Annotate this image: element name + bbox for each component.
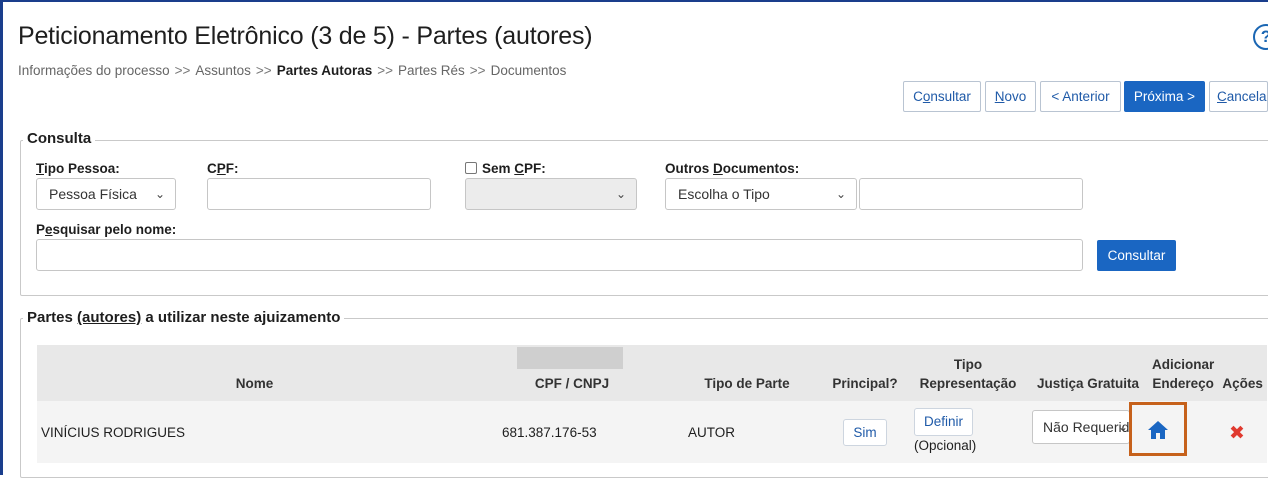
delete-x-icon[interactable]: ✖ (1229, 424, 1245, 443)
representacao-opcional-note: (Opcional) (914, 438, 977, 453)
breadcrumb-separator: >> (469, 63, 486, 78)
column-header-principal: Principal? (822, 345, 908, 401)
chevron-down-icon: ⌄ (615, 187, 626, 201)
column-header-adicionar-endereco: Adicionar Endereço (1148, 345, 1219, 401)
partes-table: Nome CPF / CNPJ Tipo de Parte Principal?… (37, 345, 1267, 463)
breadcrumb: Informações do processo >> Assuntos >> Parte… (18, 63, 566, 78)
anterior-button[interactable]: < Anterior (1040, 81, 1121, 112)
tipo-pessoa-label: Tipo Pessoa: (36, 161, 120, 176)
breadcrumb-step-documentos: Documentos (490, 63, 567, 78)
sem-cpf-checkbox[interactable] (465, 162, 477, 174)
chevron-down-icon: ⌄ (1118, 420, 1129, 434)
help-glyph: ? (1261, 27, 1268, 46)
breadcrumb-step-partes-res: Partes Rés (398, 63, 465, 78)
consulta-legend: Consulta (23, 130, 96, 147)
outros-documentos-tipo-select[interactable]: Escolha o Tipo ⌄ (665, 178, 857, 210)
chevron-down-icon: ⌄ (154, 187, 165, 201)
outros-documentos-tipo-value: Escolha o Tipo (678, 186, 770, 202)
cpf-input[interactable] (207, 178, 431, 210)
breadcrumb-separator: >> (174, 63, 191, 78)
outros-documentos-numero-input[interactable] (859, 178, 1083, 210)
cell-tipo-parte: AUTOR (672, 401, 822, 463)
breadcrumb-step-assuntos: Assuntos (195, 63, 251, 78)
consultar-button[interactable]: Consultar (903, 81, 981, 112)
column-header-acoes: Ações (1218, 345, 1267, 401)
sem-cpf-select: ⌄ (465, 178, 637, 210)
partes-legend: Partes (autores) a utilizar neste ajuiza… (23, 309, 345, 326)
cpf-label: CPF: (207, 161, 239, 176)
cell-tipo-representacao: Definir (Opcional) (908, 401, 1028, 463)
sem-cpf-label: Sem CPF: (465, 161, 546, 176)
top-border (0, 0, 1268, 2)
justica-gratuita-select[interactable]: Não Requerida (1032, 410, 1130, 444)
home-icon[interactable] (1147, 420, 1169, 440)
redacted-block (517, 347, 623, 369)
outros-documentos-label: Outros Documentos: (665, 161, 800, 176)
consulta-consultar-button[interactable]: Consultar (1097, 240, 1176, 271)
breadcrumb-step-partes-autoras: Partes Autoras (276, 63, 373, 78)
column-header-tipo-representacao: Tipo Representação (908, 345, 1028, 401)
chevron-down-icon: ⌄ (835, 187, 846, 201)
tipo-pessoa-value: Pessoa Física (49, 186, 137, 202)
cell-principal: Sim (822, 401, 908, 463)
column-header-nome: Nome (37, 345, 472, 401)
cancelar-button[interactable]: Cancelar (1209, 81, 1268, 112)
table-header-row: Nome CPF / CNPJ Tipo de Parte Principal?… (37, 345, 1267, 401)
breadcrumb-step-info: Informações do processo (18, 63, 170, 78)
pesquisar-nome-label: Pesquisar pelo nome: (36, 222, 177, 237)
novo-button[interactable]: Novo (985, 81, 1036, 112)
breadcrumb-separator: >> (255, 63, 272, 78)
pesquisar-nome-input[interactable] (36, 239, 1083, 271)
justica-gratuita-value: Não Requerida (1043, 419, 1130, 435)
breadcrumb-separator: >> (377, 63, 394, 78)
tipo-pessoa-select[interactable]: Pessoa Física ⌄ (36, 178, 176, 210)
cell-nome: VINÍCIUS RODRIGUES (37, 401, 472, 463)
cell-cpf: 681.387.176-53 (472, 401, 672, 463)
left-border (0, 0, 3, 475)
help-circle-icon[interactable]: ? (1253, 24, 1268, 50)
principal-sim-button[interactable]: Sim (843, 418, 887, 446)
column-header-tipo-parte: Tipo de Parte (672, 345, 822, 401)
proxima-button[interactable]: Próxima > (1124, 81, 1205, 112)
definir-representacao-button[interactable]: Definir (914, 408, 974, 436)
page-title: Peticionamento Eletrônico (3 de 5) - Par… (18, 22, 593, 50)
column-header-justica-gratuita: Justiça Gratuita (1028, 345, 1148, 401)
